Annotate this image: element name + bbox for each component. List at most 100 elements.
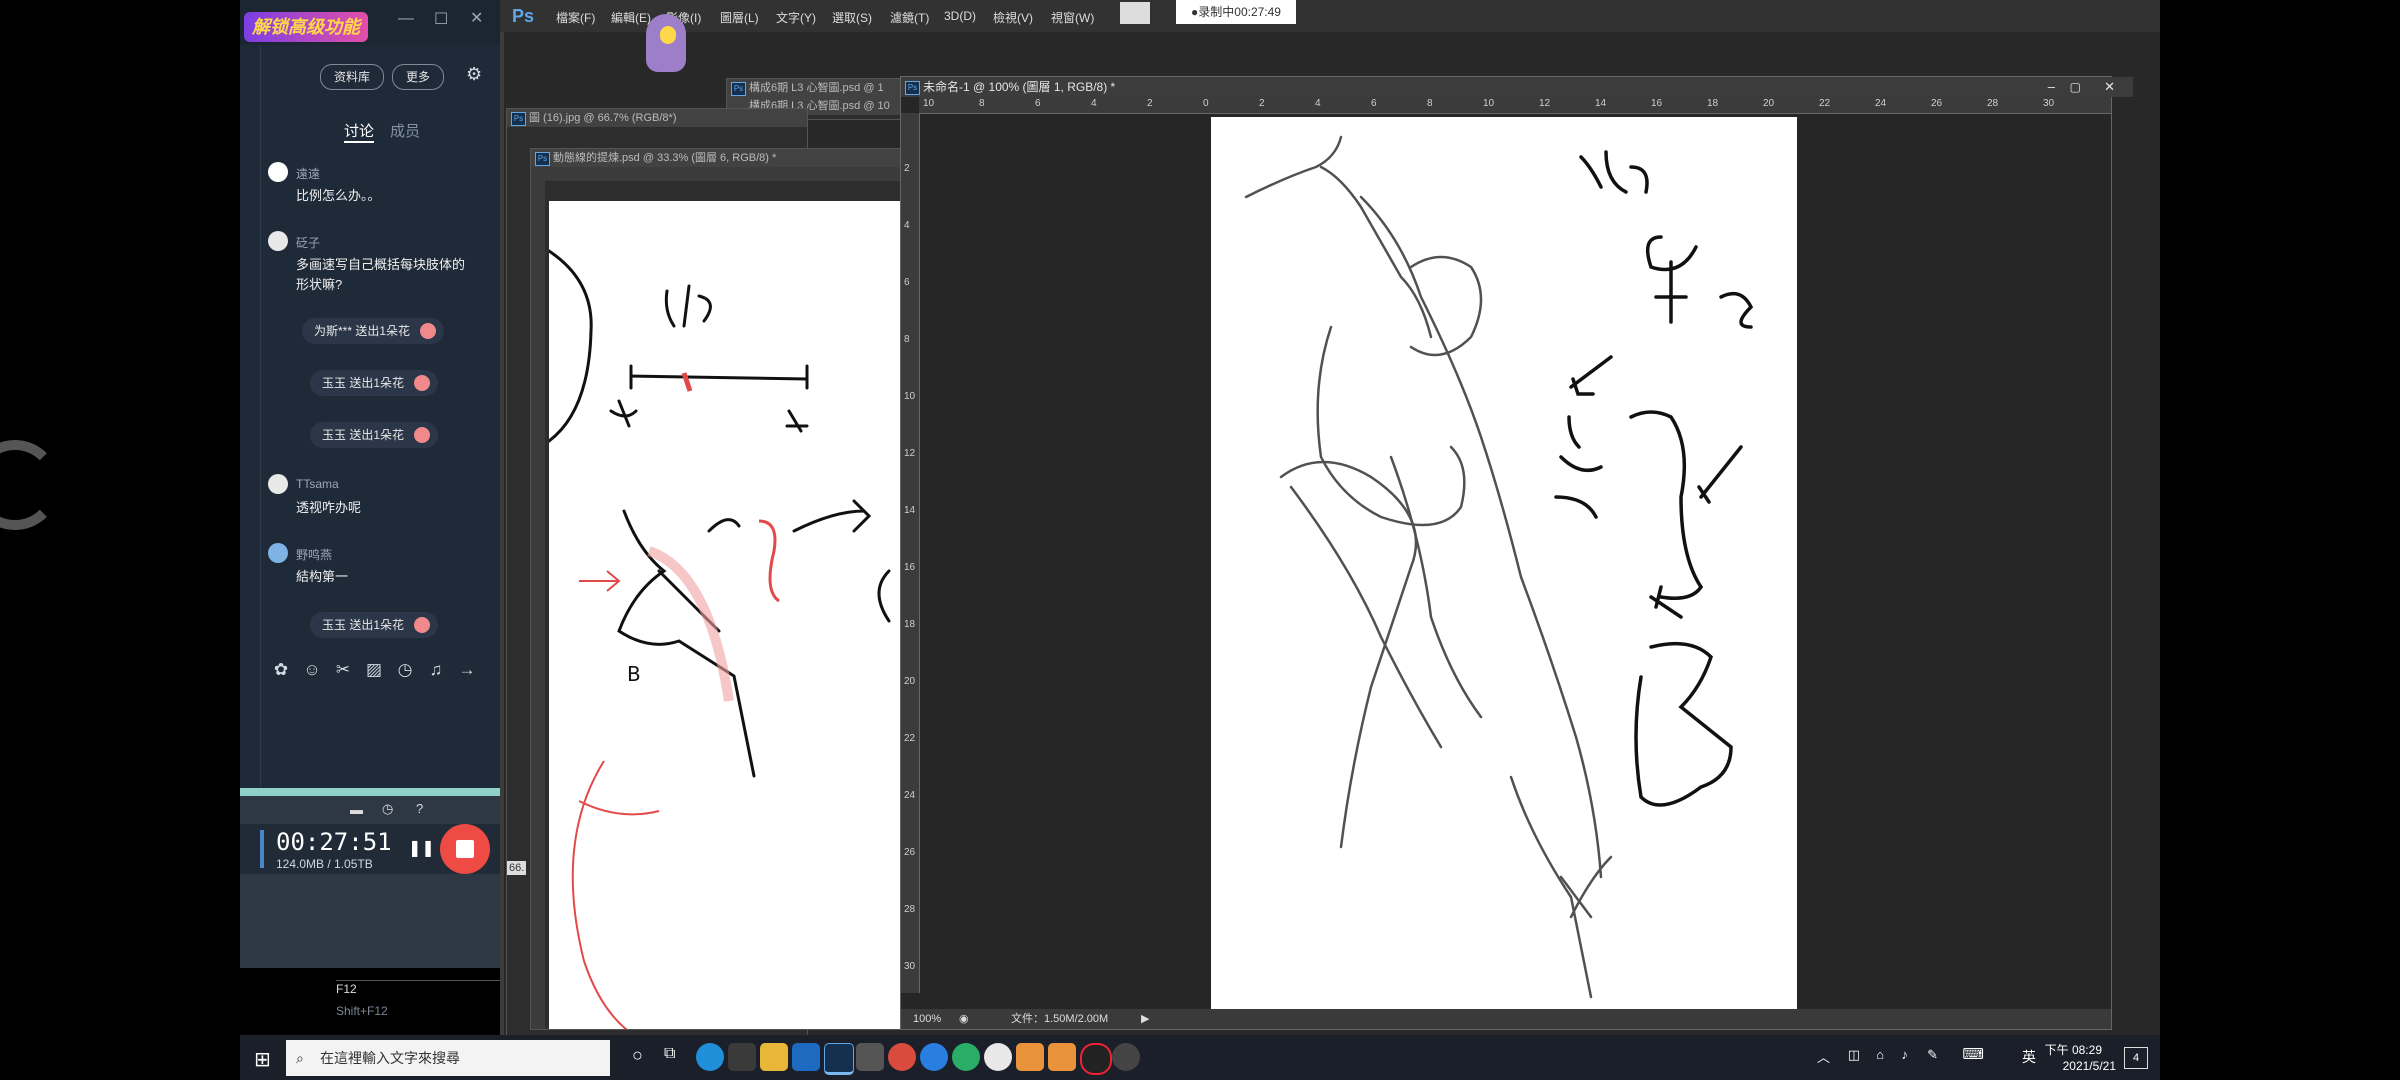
settings-icon[interactable]: ⚙	[466, 64, 482, 85]
gift-text: 为斯*** 送出1朵花	[314, 324, 411, 338]
zoom-level[interactable]: 100%	[913, 1009, 941, 1029]
menu-window[interactable]: 視窗(W)	[1051, 9, 1094, 26]
mute-icon[interactable]	[1120, 2, 1150, 24]
ruler	[531, 167, 905, 181]
menu-type[interactable]: 文字(Y)	[776, 9, 816, 26]
ruler-tick-label: 28	[904, 904, 916, 915]
clock-date[interactable]: 2021/5/21	[2063, 1059, 2116, 1073]
gift-notice: 玉玉 送出1朵花	[310, 422, 439, 448]
file-explorer-icon[interactable]	[760, 1043, 788, 1071]
menu-edit[interactable]: 編輯(E)	[611, 9, 651, 26]
tray-app-icon[interactable]: ◫	[1848, 1047, 1860, 1063]
menu-select[interactable]: 選取(S)	[832, 9, 872, 26]
document-title-bar[interactable]: Ps 圖 (16).jpg @ 66.7% (RGB/8*)	[507, 109, 807, 127]
more-button[interactable]: 更多	[392, 64, 444, 90]
schedule-icon[interactable]: ◷	[382, 801, 393, 817]
scissors-icon[interactable]: ✂	[332, 660, 354, 682]
pen-tablet-icon[interactable]	[856, 1043, 884, 1071]
flower-icon[interactable]: ✿	[270, 660, 292, 682]
send-arrow-icon[interactable]: →	[456, 660, 478, 682]
ruler-tick-label: 10	[1483, 98, 1495, 109]
wechat-icon[interactable]	[952, 1043, 980, 1071]
ruler-tick-label: 16	[904, 562, 916, 573]
minimize-icon[interactable]: –	[2048, 77, 2055, 97]
loading-spinner	[0, 440, 60, 530]
ruler-tick-label: 2	[1147, 98, 1153, 109]
notification-center-icon[interactable]: 4	[2124, 1047, 2148, 1069]
pen-icon[interactable]: ✎	[1927, 1047, 1938, 1063]
document-window-main[interactable]: Ps 未命名-1 @ 100% (圖層 1, RGB/8) * – ▢ ✕ 10…	[900, 76, 2133, 1030]
drawing-canvas[interactable]: B	[547, 201, 901, 1042]
restore-icon[interactable]: ▢	[2070, 77, 2081, 97]
tray-expand-icon[interactable]: ︿	[1817, 1047, 1830, 1066]
store-icon[interactable]	[728, 1043, 756, 1071]
ruler-tick-label: 24	[1875, 98, 1887, 109]
close-icon[interactable]: ✕	[470, 8, 483, 28]
avatar	[268, 474, 288, 494]
chrome-icon[interactable]	[888, 1043, 916, 1071]
screen-recorder: ▬ ◷ ? 00:27:51 124.0MB / 1.05TB ❚❚ F12 S…	[240, 788, 500, 1018]
app-frame-edge	[500, 32, 504, 1035]
menu-3d[interactable]: 3D(D)	[944, 9, 976, 23]
clock-time[interactable]: 下午 08:29	[2045, 1041, 2102, 1058]
unlock-premium-banner[interactable]: 解锁高级功能	[244, 12, 368, 42]
word-icon[interactable]	[984, 1043, 1012, 1071]
ruler-tick-label: 8	[904, 334, 910, 345]
app-c-icon[interactable]	[1016, 1043, 1044, 1071]
ruler-tick-label: 2	[904, 163, 910, 174]
recorder-taskbar-icon[interactable]	[1080, 1043, 1112, 1075]
bell-icon[interactable]: ♫	[425, 660, 447, 682]
folder-icon[interactable]: ▬	[350, 802, 363, 817]
taskbar-search[interactable]: ⌕ 在這裡輸入文字來搜尋	[286, 1040, 610, 1076]
figure-sketch	[1244, 135, 1754, 999]
document-window[interactable]: Ps 動態線的提煉.psd @ 33.3% (圖層 6, RGB/8) * B	[530, 148, 906, 1042]
edge-icon[interactable]	[696, 1043, 724, 1071]
document-title-bar[interactable]: Ps 未命名-1 @ 100% (圖層 1, RGB/8) * – ▢ ✕	[901, 77, 2133, 97]
menu-file[interactable]: 檔案(F)	[556, 9, 595, 26]
image-icon[interactable]: ▨	[363, 660, 385, 682]
keyboard-icon[interactable]: ⌨	[1962, 1045, 1984, 1063]
library-button[interactable]: 资料库	[320, 64, 384, 90]
menu-view[interactable]: 檢視(V)	[993, 9, 1033, 26]
document-title-bar[interactable]: Ps 動態線的提煉.psd @ 33.3% (圖層 6, RGB/8) *	[531, 149, 905, 167]
maximize-icon[interactable]: ☐	[434, 9, 448, 29]
close-icon[interactable]: ✕	[2104, 77, 2115, 97]
drawing-canvas[interactable]	[1211, 117, 1797, 1009]
help-icon[interactable]: ?	[416, 801, 423, 816]
media-icon[interactable]	[1112, 1043, 1140, 1071]
minimize-icon[interactable]: —	[398, 10, 414, 28]
status-menu-arrow-icon[interactable]: ▶	[1141, 1009, 1149, 1029]
tab-discuss[interactable]: 讨论	[344, 120, 375, 143]
ps-file-icon: Ps	[731, 82, 746, 96]
app-user-icon[interactable]	[1048, 1043, 1076, 1071]
tray-network-icon[interactable]: ⌂	[1876, 1047, 1884, 1062]
emoji-icon[interactable]: ☺	[301, 660, 323, 682]
ruler-tick-label: 8	[979, 98, 985, 109]
message-text: 結构第一	[296, 569, 349, 584]
pause-icon[interactable]: ❚❚	[408, 838, 435, 858]
volume-icon[interactable]: ♪	[1902, 1047, 1909, 1062]
ruler-tick-label: 14	[904, 505, 916, 516]
info-icon[interactable]: ◉	[959, 1009, 969, 1029]
ruler-tick-label: 22	[1819, 98, 1831, 109]
ps-file-icon: Ps	[535, 152, 550, 166]
messenger-icon[interactable]	[920, 1043, 948, 1071]
gift-notice: 玉玉 送出1朵花	[310, 612, 439, 638]
tab-members[interactable]: 成员	[390, 120, 420, 141]
document-title-bar[interactable]: Ps 構成6期 L3 心智圖.psd @ 1	[727, 79, 907, 97]
stop-icon	[456, 840, 474, 858]
chat-toolbar: ✿ ☺ ✂ ▨ ◷ ♫ →	[270, 660, 487, 682]
search-icon: ⌕	[296, 1050, 304, 1066]
cortana-icon[interactable]: ○	[632, 1045, 643, 1066]
mail-icon[interactable]	[792, 1043, 820, 1071]
task-view-icon[interactable]: ⧉	[664, 1045, 675, 1063]
avatar	[268, 162, 288, 182]
clock-icon[interactable]: ◷	[394, 660, 416, 682]
gift-notice: 玉玉 送出1朵花	[310, 370, 439, 396]
menu-layer[interactable]: 圖層(L)	[720, 9, 759, 26]
menu-filter[interactable]: 濾鏡(T)	[890, 9, 929, 26]
input-language[interactable]: 英	[2022, 1047, 2036, 1067]
windows-start-icon[interactable]: ⊞	[254, 1047, 271, 1072]
message-text: 多画速写自己概括每块肢体的形状嘛?	[296, 257, 466, 292]
photoshop-taskbar-icon[interactable]	[824, 1043, 854, 1075]
